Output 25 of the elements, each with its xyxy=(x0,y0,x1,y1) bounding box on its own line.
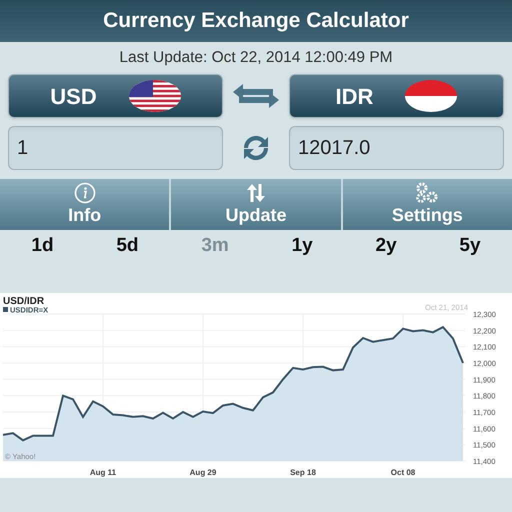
x-tick-label: Aug 29 xyxy=(190,468,216,477)
toolbar-button[interactable]: Settings xyxy=(342,179,512,230)
gears-icon xyxy=(414,182,440,204)
last-update-text: Last Update: Oct 22, 2014 12:00:49 PM xyxy=(119,48,393,68)
from-currency-button[interactable]: USD xyxy=(8,74,223,118)
toolbar-button[interactable]: Info xyxy=(0,179,170,230)
app-title: Currency Exchange Calculator xyxy=(103,8,409,34)
from-amount-field[interactable]: 1 xyxy=(8,126,223,170)
period-tab[interactable]: 5d xyxy=(108,232,147,260)
period-tab[interactable]: 1d xyxy=(23,232,62,260)
period-tab[interactable]: 5y xyxy=(451,232,489,260)
period-tab[interactable]: 1y xyxy=(284,232,321,260)
swap-arrows-icon[interactable] xyxy=(231,83,281,109)
info-icon xyxy=(74,182,96,204)
period-tab[interactable]: 2y xyxy=(368,232,405,260)
x-tick-label: Aug 11 xyxy=(90,468,116,477)
x-tick-label: Oct 08 xyxy=(390,468,416,477)
toolbar-button[interactable]: Update xyxy=(171,179,341,230)
to-currency-button[interactable]: IDR xyxy=(289,74,504,118)
to-amount-field[interactable]: 12017.0 xyxy=(289,126,504,170)
flag-icon xyxy=(128,80,181,112)
flag-icon xyxy=(405,80,458,112)
legend-swatch xyxy=(3,307,8,312)
chart-title: USD/IDR xyxy=(3,296,44,307)
x-tick-label: Sep 18 xyxy=(290,468,316,477)
